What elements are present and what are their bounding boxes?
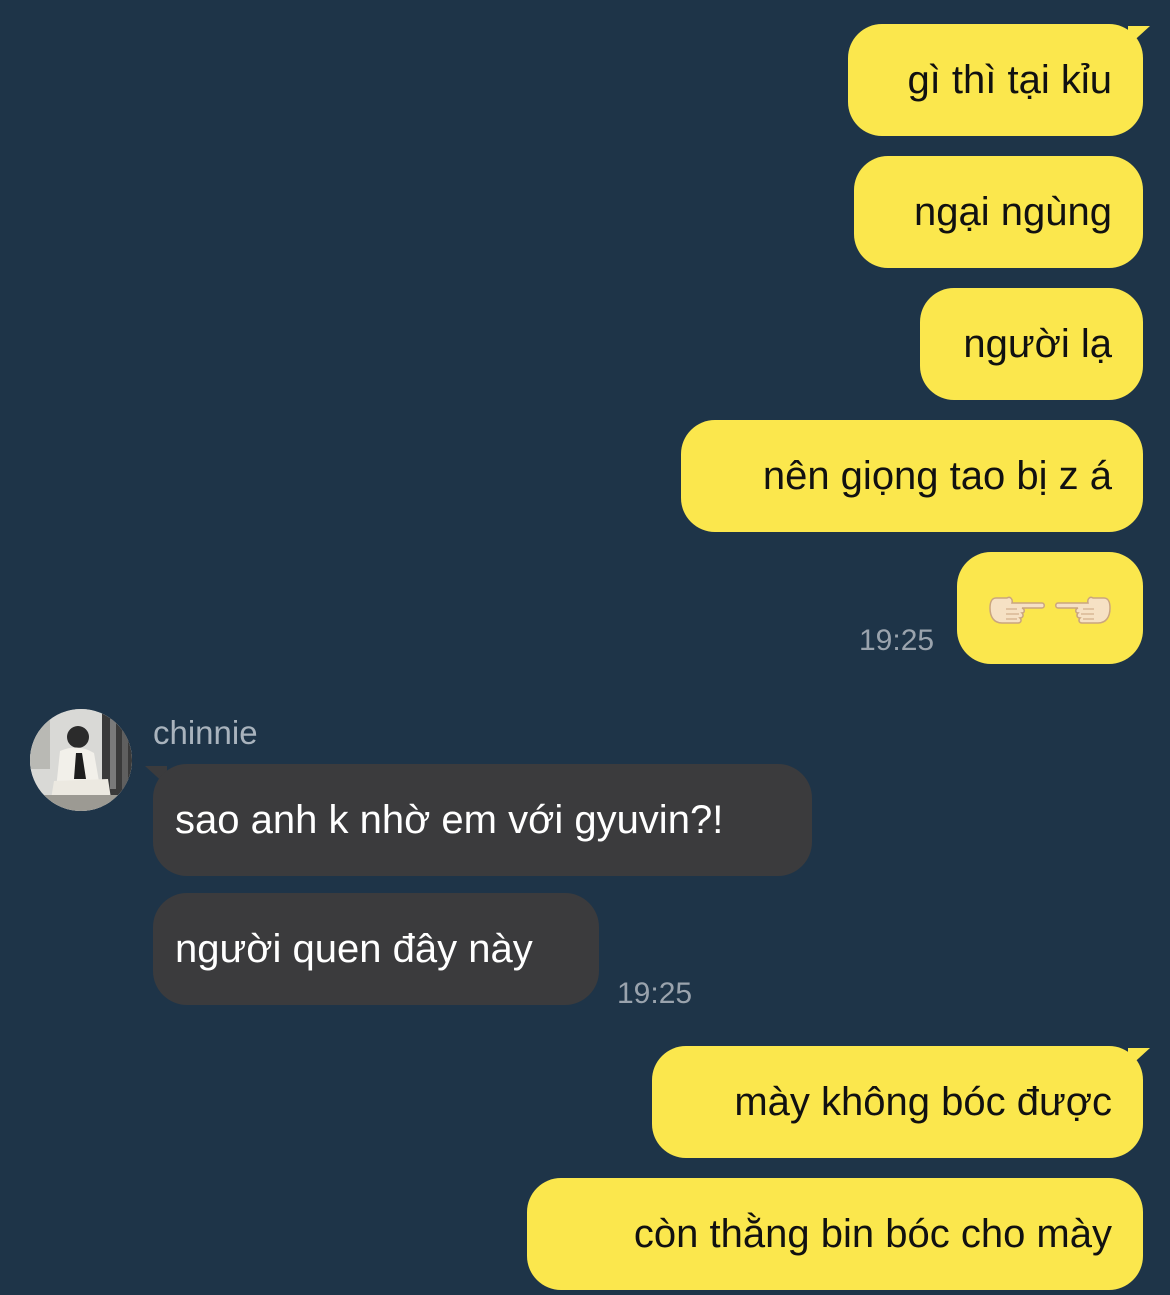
- incoming-message-bubble[interactable]: người quen đây này: [153, 893, 599, 1005]
- outgoing-message-bubble[interactable]: nên giọng tao bị z á: [681, 420, 1143, 532]
- message-text: gì thì tại kỉu: [907, 58, 1112, 102]
- avatar[interactable]: [30, 709, 132, 811]
- incoming-message-bubble[interactable]: sao anh k nhờ em với gyuvin?!: [153, 764, 812, 876]
- message-text: mày không bóc được: [734, 1080, 1112, 1124]
- avatar-photo-icon: [30, 709, 132, 811]
- outgoing-message-bubble[interactable]: còn thằng bin bóc cho mày: [527, 1178, 1143, 1290]
- outgoing-message-bubble[interactable]: [957, 552, 1143, 664]
- message-text: còn thằng bin bóc cho mày: [633, 1212, 1112, 1256]
- message-text: sao anh k nhờ em với gyuvin?!: [175, 798, 724, 842]
- pointing-right-hand-icon: [989, 596, 1045, 624]
- outgoing-message-bubble[interactable]: người lạ: [920, 288, 1143, 400]
- message-text: ngại ngùng: [914, 190, 1112, 234]
- message-timestamp: 19:25: [859, 624, 935, 657]
- message-text: nên giọng tao bị z á: [762, 454, 1112, 498]
- message-text: người quen đây này: [175, 927, 533, 971]
- sender-name: chinnie: [153, 714, 258, 751]
- pointing-hands-emoji: [988, 589, 1112, 627]
- message-timestamp: 19:25: [617, 977, 693, 1010]
- pointing-left-hand-icon: [1055, 596, 1111, 624]
- outgoing-message-bubble[interactable]: ngại ngùng: [854, 156, 1143, 268]
- outgoing-message-bubble[interactable]: gì thì tại kỉu: [848, 24, 1143, 136]
- message-text: người lạ: [963, 322, 1112, 366]
- outgoing-message-bubble[interactable]: mày không bóc được: [652, 1046, 1143, 1158]
